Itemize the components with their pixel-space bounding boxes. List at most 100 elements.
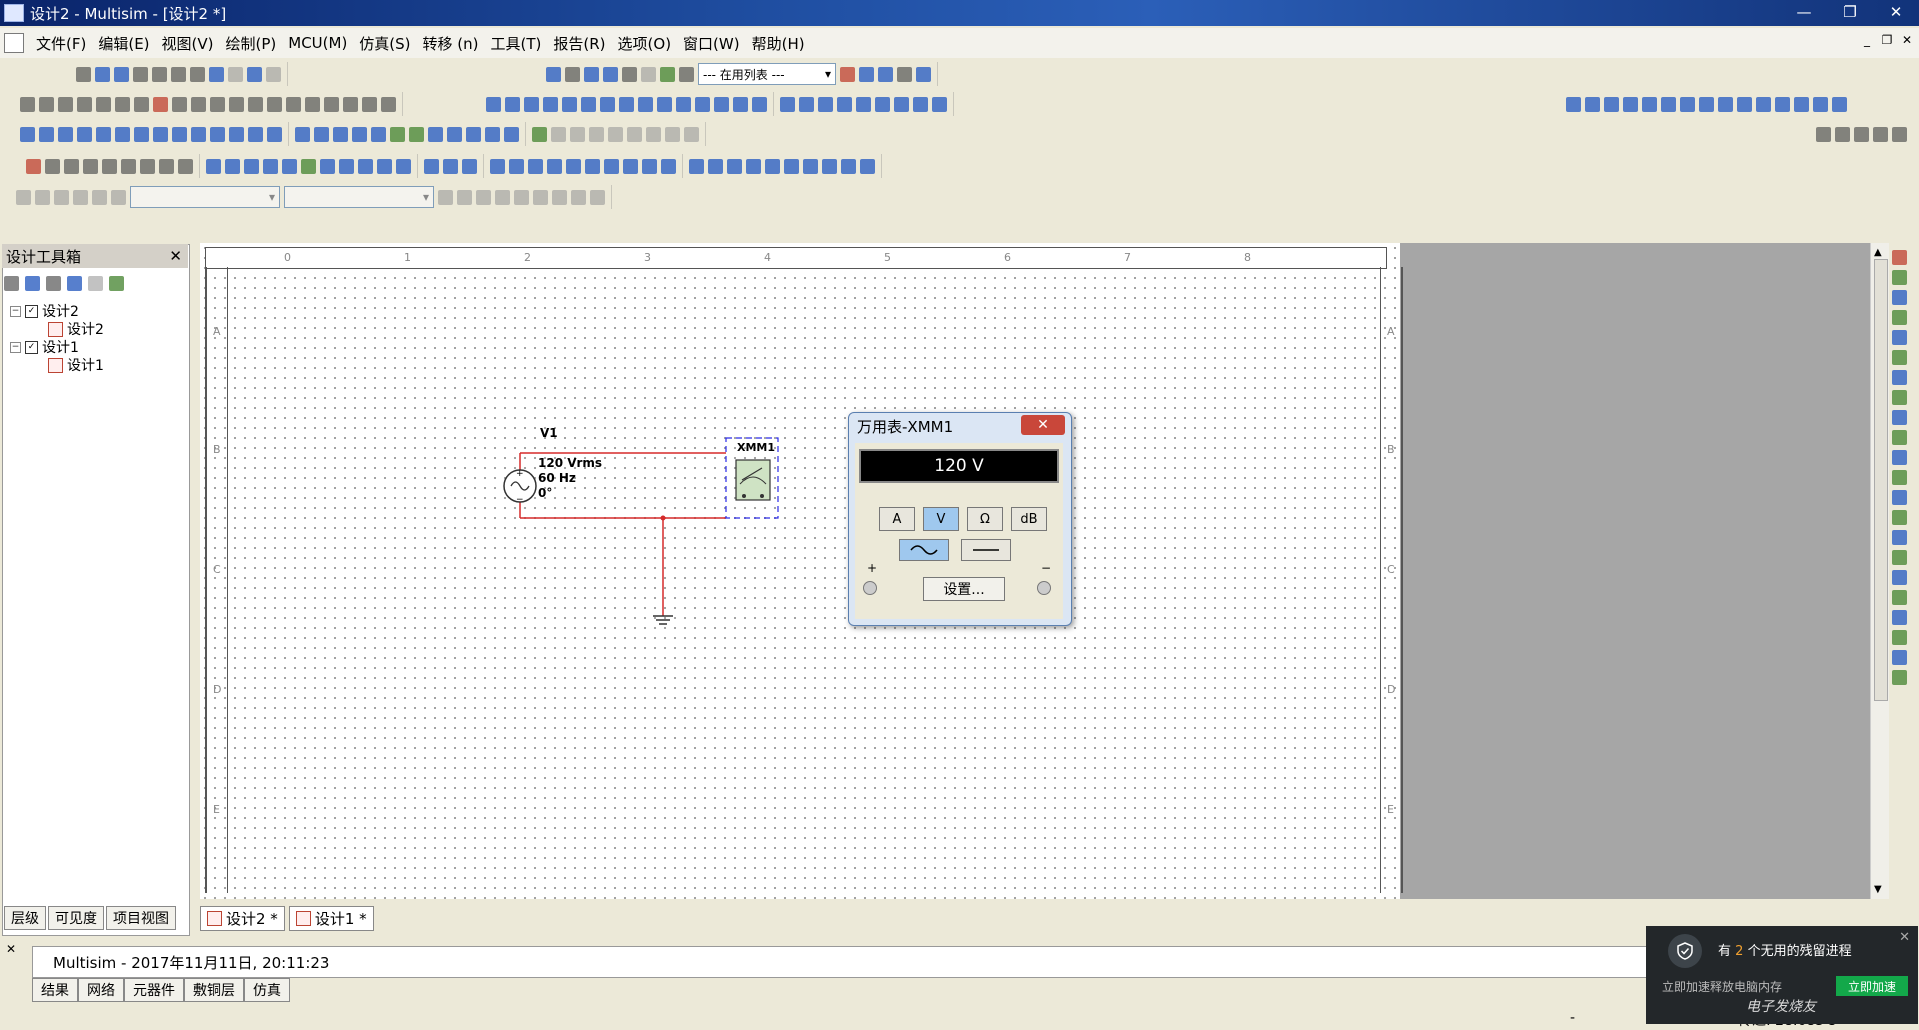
distribute-h-icon[interactable] (1680, 96, 1695, 112)
comp-6-icon[interactable] (115, 126, 130, 142)
save-icon[interactable] (133, 66, 148, 82)
rectangle-icon[interactable] (102, 158, 117, 174)
virtual-12-icon[interactable] (504, 126, 519, 142)
agilent-generator-icon[interactable] (752, 96, 767, 112)
help-icon[interactable] (916, 66, 931, 82)
dc-mode-button[interactable] (961, 539, 1011, 561)
mode-ammeter-button[interactable]: A (879, 507, 915, 531)
side-instrument-5-icon[interactable] (1892, 330, 1907, 345)
ladder-20-icon[interactable] (803, 158, 818, 174)
ladder-7-icon[interactable] (547, 158, 562, 174)
open-icon[interactable] (95, 66, 110, 82)
iv-analyzer-icon[interactable] (676, 96, 691, 112)
open-sample-icon[interactable] (114, 66, 129, 82)
side-instrument-15-icon[interactable] (1892, 530, 1907, 545)
format-5-icon[interactable] (92, 189, 107, 205)
mcu-icon[interactable] (153, 96, 168, 112)
align-top-icon[interactable] (1604, 96, 1619, 112)
side-instrument-14-icon[interactable] (1892, 510, 1907, 525)
comment-icon[interactable] (178, 158, 193, 174)
side-instrument-16-icon[interactable] (1892, 550, 1907, 565)
ground-icon[interactable] (653, 615, 673, 625)
maximize-button[interactable]: ❐ (1827, 0, 1873, 24)
menu-tools[interactable]: 工具(T) (485, 33, 548, 54)
menu-options[interactable]: 选项(O) (612, 33, 678, 54)
power-icon[interactable] (229, 96, 244, 112)
format-4-icon[interactable] (73, 189, 88, 205)
save-design-icon[interactable] (46, 276, 61, 291)
same-width-icon[interactable] (1718, 96, 1733, 112)
virtual-4-icon[interactable] (352, 126, 367, 142)
pause-icon[interactable] (551, 126, 566, 142)
print-preview-icon[interactable] (171, 66, 186, 82)
menu-reports[interactable]: 报告(R) (547, 33, 611, 54)
ladder-5-icon[interactable] (509, 158, 524, 174)
italic-icon[interactable] (457, 189, 472, 205)
source-icon[interactable] (20, 96, 35, 112)
bold-icon[interactable] (438, 189, 453, 205)
ladder-1-icon[interactable] (424, 158, 439, 174)
zoom-in-icon[interactable] (1816, 126, 1831, 142)
zoom-area-icon[interactable] (1854, 126, 1869, 142)
menu-place[interactable]: 绘制(P) (220, 33, 283, 54)
zoom-fit-icon[interactable] (1873, 126, 1888, 142)
side-instrument-2-icon[interactable] (1892, 270, 1907, 285)
format-extra-icon[interactable] (590, 189, 605, 205)
toolbox-settings-icon[interactable] (109, 276, 124, 291)
logic-converter-icon[interactable] (638, 96, 653, 112)
copy-icon[interactable] (209, 66, 224, 82)
spectrum-analyzer-icon[interactable] (714, 96, 729, 112)
side-instrument-11-icon[interactable] (1892, 450, 1907, 465)
ladder-18-icon[interactable] (765, 158, 780, 174)
misc-digital-icon[interactable] (172, 96, 187, 112)
network-analyzer-icon[interactable] (733, 96, 748, 112)
current-probe-icon[interactable] (894, 96, 909, 112)
frequency-counter-icon[interactable] (600, 96, 615, 112)
wattmeter-icon[interactable] (524, 96, 539, 112)
virtual-1-icon[interactable] (295, 126, 310, 142)
ttl-icon[interactable] (115, 96, 130, 112)
mdi-close-button[interactable]: ✕ (1899, 32, 1915, 48)
virtual-7-icon[interactable] (409, 126, 424, 142)
minimize-button[interactable]: — (1781, 0, 1827, 24)
multimeter-symbol-icon[interactable] (735, 459, 771, 501)
collapse-icon[interactable]: − (10, 341, 21, 353)
tab-simulation[interactable]: 仿真 (244, 978, 290, 1002)
close-design-icon[interactable] (67, 276, 82, 291)
place-6-icon[interactable] (301, 158, 316, 174)
side-instrument-10-icon[interactable] (1892, 430, 1907, 445)
space-extra-icon[interactable] (1813, 96, 1828, 112)
text-icon[interactable] (159, 158, 174, 174)
tab-design2[interactable]: 设计2 * (200, 906, 285, 931)
tree-item-design1-sheet[interactable]: 设计1 (10, 356, 104, 374)
align-extra-icon[interactable] (1832, 96, 1847, 112)
advanced-icon[interactable] (267, 96, 282, 112)
place-11-icon[interactable] (396, 158, 411, 174)
agilent-multimeter-icon[interactable] (780, 96, 795, 112)
step-icon[interactable] (589, 126, 604, 142)
collapse-icon[interactable]: − (10, 305, 21, 317)
align-center-h-icon[interactable] (1642, 96, 1657, 112)
side-instrument-19-icon[interactable] (1892, 610, 1907, 625)
comp-3-icon[interactable] (58, 126, 73, 142)
menu-simulate[interactable]: 仿真(S) (353, 33, 416, 54)
labview-icon[interactable] (856, 96, 871, 112)
ladder-12-icon[interactable] (642, 158, 657, 174)
side-instrument-13-icon[interactable] (1892, 490, 1907, 505)
bode-plotter-icon[interactable] (581, 96, 596, 112)
side-instrument-8-icon[interactable] (1892, 390, 1907, 405)
electromech-icon[interactable] (305, 96, 320, 112)
grapher-icon[interactable] (584, 66, 599, 82)
side-instrument-12-icon[interactable] (1892, 470, 1907, 485)
side-instrument-9-icon[interactable] (1892, 410, 1907, 425)
align-left-icon[interactable] (1566, 96, 1581, 112)
basic-icon[interactable] (39, 96, 54, 112)
font-size-select[interactable]: ▾ (284, 186, 434, 208)
settings-button[interactable]: 设置... (923, 577, 1005, 601)
tab-design1[interactable]: 设计1 * (288, 906, 374, 931)
no-probe-icon[interactable] (840, 66, 855, 82)
line-icon[interactable] (140, 158, 155, 174)
redo-icon[interactable] (266, 66, 281, 82)
ladder-17-icon[interactable] (746, 158, 761, 174)
connector-icon[interactable] (343, 96, 358, 112)
